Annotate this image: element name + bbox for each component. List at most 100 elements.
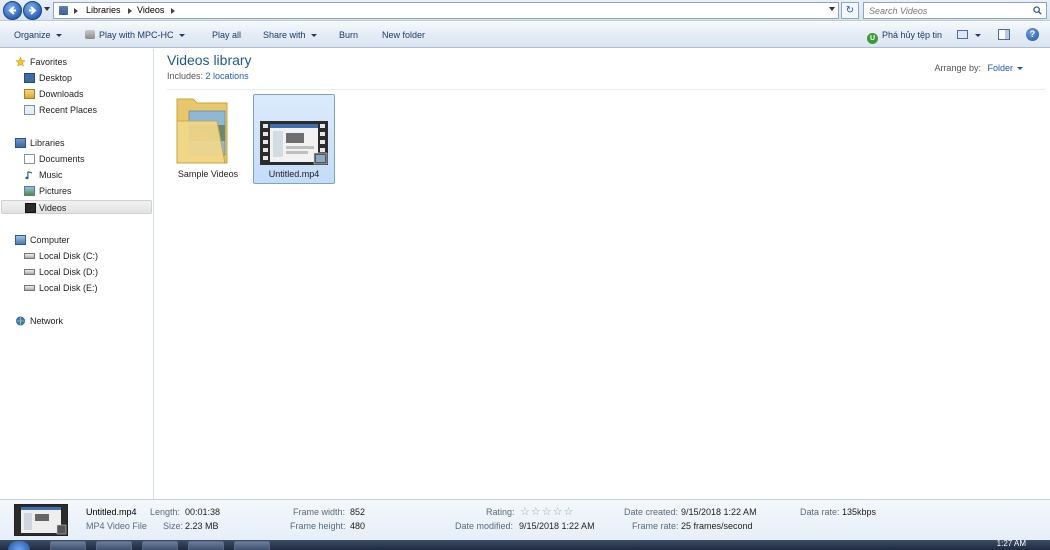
back-arrow-icon xyxy=(8,6,16,15)
file-list-pane: Videos library Includes: 2 locations Arr… xyxy=(155,49,1050,499)
play-all-button[interactable]: Play all xyxy=(212,30,241,40)
forward-arrow-icon xyxy=(29,6,37,15)
command-bar: Organize Play with MPC-HC Play all Share… xyxy=(0,22,1050,48)
recent-pages-dropdown[interactable] xyxy=(44,7,50,11)
star-icon[interactable]: ☆ xyxy=(564,506,575,518)
sidebar-item-music[interactable]: Music xyxy=(24,168,144,182)
star-icon[interactable]: ☆ xyxy=(553,506,564,518)
sidebar-item-desktop[interactable]: Desktop xyxy=(24,71,144,85)
refresh-icon: ↻ xyxy=(845,5,855,16)
chevron-down-icon xyxy=(178,34,185,38)
breadcrumb-videos[interactable]: Videos xyxy=(137,5,164,15)
search-input[interactable] xyxy=(869,5,1029,16)
details-pane: Untitled.mp4 MP4 Video File Length: 00:0… xyxy=(0,499,1050,540)
item-label: Sample Videos xyxy=(177,169,239,179)
sidebar-item-videos[interactable]: Videos xyxy=(1,200,152,214)
star-icon[interactable]: ☆ xyxy=(542,506,553,518)
navigation-pane: Favorites Desktop Downloads Recent Place… xyxy=(0,49,154,499)
item-label: Untitled.mp4 xyxy=(268,169,320,179)
organize-menu[interactable]: Organize xyxy=(14,30,62,40)
sidebar-item-local-disk-c[interactable]: Local Disk (C:) xyxy=(24,249,144,263)
address-dropdown[interactable] xyxy=(829,7,835,11)
star-icon[interactable]: ☆ xyxy=(520,506,531,518)
details-file-type: MP4 Video File xyxy=(86,521,147,531)
frame-width-label: Frame width: xyxy=(293,507,346,517)
taskbar-app-icon[interactable] xyxy=(142,541,178,550)
address-bar: Libraries Videos ↻ xyxy=(0,0,1050,21)
search-box[interactable] xyxy=(863,2,1047,19)
taskbar-app-icon[interactable] xyxy=(234,541,270,550)
video-thumbnail-icon xyxy=(260,121,328,165)
start-button[interactable] xyxy=(8,541,30,550)
downloads-icon xyxy=(24,89,35,99)
taskbar-ie-icon[interactable] xyxy=(50,541,86,550)
preview-pane-button[interactable] xyxy=(998,29,1010,40)
breadcrumb-libraries[interactable]: Libraries xyxy=(86,5,121,15)
sidebar-item-documents[interactable]: Documents xyxy=(24,152,144,166)
chevron-right-icon[interactable] xyxy=(74,8,78,14)
folder-item-sample-videos[interactable]: Sample Videos xyxy=(167,95,249,185)
pha-huy-button[interactable]: U Phá hủy tệp tin xyxy=(867,30,942,44)
chevron-down-icon xyxy=(1017,67,1023,71)
sidebar-network[interactable]: Network xyxy=(15,314,145,328)
chevron-down-icon xyxy=(55,34,62,38)
sidebar-item-pictures[interactable]: Pictures xyxy=(24,184,144,198)
new-folder-button[interactable]: New folder xyxy=(382,30,425,40)
hard-drive-icon xyxy=(24,285,35,291)
burn-button[interactable]: Burn xyxy=(339,30,358,40)
back-button[interactable] xyxy=(3,1,22,20)
shredder-icon: U xyxy=(867,33,878,44)
taskbar-explorer-icon[interactable] xyxy=(96,541,132,550)
frame-rate-label: Frame rate: xyxy=(632,521,679,531)
taskbar-app-icon[interactable] xyxy=(188,541,224,550)
sidebar-favorites[interactable]: Favorites xyxy=(15,55,145,69)
help-button[interactable]: ? xyxy=(1026,28,1039,41)
network-icon xyxy=(16,316,25,326)
frame-height-value: 480 xyxy=(350,521,366,531)
address-field[interactable]: Libraries Videos xyxy=(53,2,839,19)
data-rate-value: 135kbps xyxy=(842,507,877,517)
file-item-untitled-mp4[interactable]: Untitled.mp4 xyxy=(253,94,335,184)
taskbar: 1:27 AM xyxy=(0,539,1050,550)
library-icon xyxy=(59,6,68,15)
chevron-down-icon xyxy=(310,34,317,38)
star-icon xyxy=(15,57,26,67)
chevron-right-icon[interactable] xyxy=(171,8,175,14)
frame-width-value: 852 xyxy=(350,507,366,517)
rating-label: Rating: xyxy=(486,507,515,517)
refresh-button[interactable]: ↻ xyxy=(841,2,859,19)
view-options-dropdown[interactable] xyxy=(975,34,981,37)
rating-stars[interactable]: ☆☆☆☆☆ xyxy=(520,505,574,518)
date-created-value: 9/15/2018 1:22 AM xyxy=(681,507,757,517)
length-value: 00:01:38 xyxy=(185,507,221,517)
mpc-hc-icon xyxy=(85,30,95,39)
chevron-right-icon[interactable] xyxy=(128,8,132,14)
share-with-menu[interactable]: Share with xyxy=(263,30,317,40)
forward-button[interactable] xyxy=(23,1,42,20)
search-icon[interactable] xyxy=(1033,6,1042,15)
pictures-icon xyxy=(24,186,35,196)
recent-places-icon xyxy=(24,105,35,115)
sidebar-item-recent-places[interactable]: Recent Places xyxy=(24,103,144,117)
hard-drive-icon xyxy=(24,253,35,259)
details-file-name: Untitled.mp4 xyxy=(86,507,137,517)
taskbar-clock[interactable]: 1:27 AM xyxy=(997,539,1026,548)
frame-rate-value: 25 frames/second xyxy=(681,521,753,531)
sidebar-item-local-disk-e[interactable]: Local Disk (E:) xyxy=(24,281,144,295)
arrange-by-dropdown[interactable]: Folder xyxy=(987,63,1023,73)
sidebar-libraries[interactable]: Libraries xyxy=(15,136,145,150)
locations-link[interactable]: 2 locations xyxy=(206,71,249,81)
star-icon[interactable]: ☆ xyxy=(531,506,542,518)
sidebar-item-local-disk-d[interactable]: Local Disk (D:) xyxy=(24,265,144,279)
date-created-label: Date created: xyxy=(624,507,679,517)
change-view-button[interactable] xyxy=(957,30,968,39)
videos-icon xyxy=(25,203,36,213)
sidebar-item-downloads[interactable]: Downloads xyxy=(24,87,144,101)
hard-drive-icon xyxy=(24,269,35,275)
library-title: Videos library xyxy=(167,52,252,68)
date-modified-value: 9/15/2018 1:22 AM xyxy=(519,521,595,531)
play-with-button[interactable]: Play with MPC-HC xyxy=(85,30,185,40)
libraries-icon xyxy=(15,138,26,148)
sidebar-computer[interactable]: Computer xyxy=(15,233,145,247)
documents-icon xyxy=(24,154,35,164)
